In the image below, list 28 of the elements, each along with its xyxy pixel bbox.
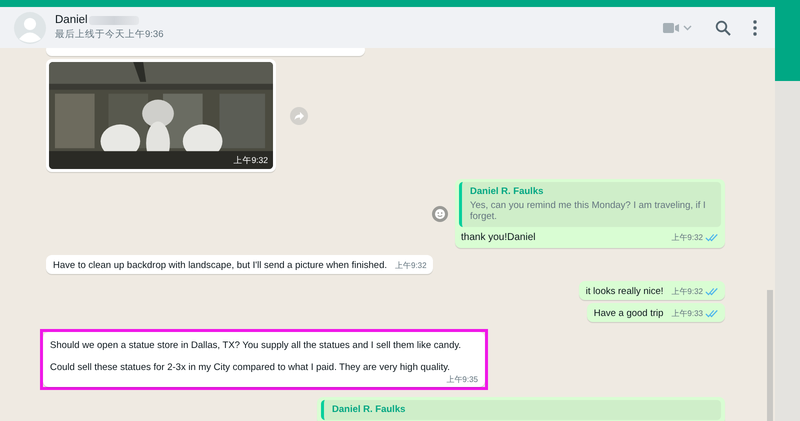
message-text: Have to clean up backdrop with landscape, but I'll send a picture when finished. xyxy=(53,260,387,271)
message-time: 上午9:32 xyxy=(671,286,703,297)
message-time: 上午9:32 xyxy=(671,232,703,243)
image-message[interactable]: 上午9:32 xyxy=(46,59,276,172)
quote-author: Daniel R. Faulks xyxy=(470,186,544,197)
quote-author: Daniel R. Faulks xyxy=(332,404,406,415)
menu-button[interactable] xyxy=(753,20,757,36)
avatar-icon[interactable] xyxy=(14,12,46,44)
message-text: Have a good trip xyxy=(594,308,664,319)
message-time: 上午9:35 xyxy=(446,374,478,385)
message-text: Could sell these statues for 2-3x in my City compared to what I paid. They are very high quality. xyxy=(50,362,451,373)
message-text: it looks really nice! xyxy=(586,286,664,297)
redaction-blur xyxy=(88,16,139,24)
quoted-message[interactable]: Daniel R. Faulks Yes, can you remind me this Monday? I am traveling, if I forget. xyxy=(459,182,721,227)
message-text: thank you!Daniel xyxy=(461,232,536,243)
emoji-icon[interactable] xyxy=(432,206,448,222)
quoted-message[interactable]: Daniel R. Faulks xyxy=(321,400,721,420)
video-call-button[interactable] xyxy=(663,22,693,34)
forward-icon[interactable] xyxy=(290,106,308,124)
search-button[interactable] xyxy=(715,20,731,36)
last-seen-status: 最后上线于今天上午9:36 xyxy=(55,28,164,41)
scrollbar[interactable] xyxy=(767,290,773,421)
message-text: Should we open a statue store in Dallas, TX? You supply all the statues and I sell them like candy. xyxy=(50,340,462,351)
message-time: 上午9:32 xyxy=(395,260,427,271)
quote-text: Yes, can you remind me this Monday? I am traveling, if I forget. xyxy=(470,200,707,222)
message-time: 上午9:32 xyxy=(233,155,268,167)
contact-name: Daniel xyxy=(55,14,88,26)
message-time: 上午9:33 xyxy=(671,308,703,319)
